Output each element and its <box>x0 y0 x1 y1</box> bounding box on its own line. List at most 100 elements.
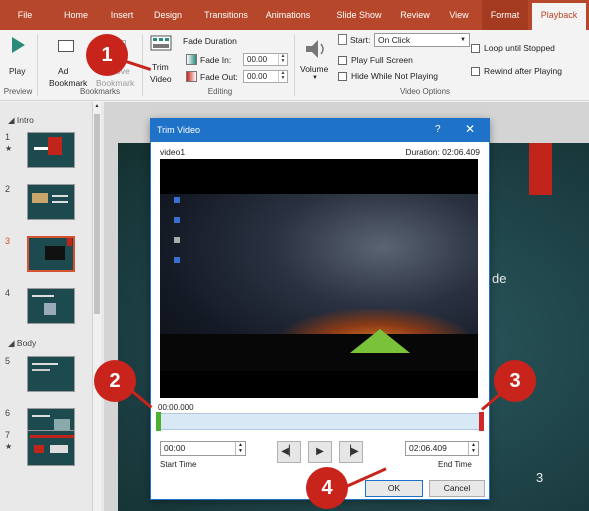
fade-duration-label: Fade Duration <box>183 36 237 46</box>
rewind-after-playing-checkbox[interactable] <box>471 67 480 76</box>
group-label-video-options: Video Options <box>399 87 451 96</box>
video-name: video1 <box>160 147 186 157</box>
dialog-title: Trim Video <box>157 125 201 135</box>
trim-label: Trim <box>152 62 169 72</box>
fade-in-icon <box>186 54 197 65</box>
video-frame-tent <box>350 329 410 353</box>
fade-in-stepper[interactable]: 00.00 ▲ ▼ <box>243 53 288 66</box>
fade-out-value: 00.00 <box>247 72 268 81</box>
bookmark-icon <box>58 40 74 52</box>
close-icon[interactable]: ✕ <box>465 122 475 136</box>
tab-design[interactable]: Design <box>148 0 188 30</box>
tab-file[interactable]: File <box>8 0 42 30</box>
tab-playback[interactable]: Playback <box>532 3 586 30</box>
volume-icon <box>306 40 324 58</box>
start-dropdown[interactable]: On Click ▼ <box>374 33 470 47</box>
thumbnail-scrollbar[interactable]: ▲ <box>92 102 101 511</box>
section-intro-label: Intro <box>16 115 34 125</box>
volume-button[interactable]: Volume ▼ <box>298 34 334 86</box>
slide-number: 6 <box>5 408 11 418</box>
group-label-preview: Preview <box>3 87 33 96</box>
end-time-field[interactable]: 02:06.409 ▲ ▼ <box>405 441 479 456</box>
video-preview[interactable] <box>160 159 478 398</box>
stepper-arrows-icon[interactable]: ▲ ▼ <box>468 442 478 455</box>
tab-animations[interactable]: Animations <box>256 0 320 30</box>
play-button[interactable]: Play <box>6 36 30 82</box>
rewind-after-playing-label: Rewind after Playing <box>484 66 562 76</box>
loop-until-stopped-checkbox[interactable] <box>471 44 480 53</box>
desktop-icon <box>174 197 180 203</box>
slide-thumbnail-3[interactable] <box>27 236 75 272</box>
animation-star-icon: ★ <box>5 144 13 153</box>
slide-thumbnail-4[interactable] <box>27 288 75 324</box>
trim-label-2: Video <box>150 74 172 84</box>
tab-format[interactable]: Format <box>482 0 528 30</box>
slide-thumbnail-1[interactable] <box>27 132 75 168</box>
dialog-title-bar[interactable]: Trim Video ? ✕ <box>151 119 489 142</box>
slide-number: 4 <box>5 288 11 298</box>
slide-page-number: 3 <box>536 470 544 485</box>
slide-thumbnail-7[interactable] <box>27 430 75 466</box>
start-time-field[interactable]: 00:00 ▲ ▼ <box>160 441 246 456</box>
start-trim-handle[interactable] <box>156 412 161 431</box>
play-label: Play <box>9 66 26 76</box>
callout-2: 2 <box>94 360 136 402</box>
section-body-label: Body <box>16 338 37 348</box>
section-intro[interactable]: ◢ Intro <box>8 115 34 126</box>
stepper-arrows-icon[interactable]: ▲ ▼ <box>235 442 245 455</box>
slide-red-accent-bar <box>529 143 552 195</box>
volume-label: Volume <box>300 64 329 74</box>
previous-frame-button[interactable]: ◀▏ <box>277 441 301 463</box>
play-pause-button[interactable]: ▶ <box>308 441 332 463</box>
fade-out-label: Fade Out: <box>200 72 238 82</box>
desktop-icon <box>174 237 180 243</box>
slide-number: 2 <box>5 184 11 194</box>
hide-while-not-playing-checkbox[interactable] <box>338 72 347 81</box>
callout-4: 4 <box>306 467 348 509</box>
callout-1: 1 <box>86 34 128 76</box>
play-icon <box>12 37 25 53</box>
ok-button[interactable]: OK <box>365 480 423 497</box>
next-frame-icon: ▕▶ <box>343 446 359 457</box>
slide-number: 5 <box>5 356 11 366</box>
desktop-icon <box>174 217 180 223</box>
fade-out-stepper[interactable]: 00.00 ▲ ▼ <box>243 70 288 83</box>
tab-view[interactable]: View <box>444 0 474 30</box>
ribbon-separator <box>37 34 38 96</box>
stepper-arrows-icon[interactable]: ▲ ▼ <box>278 54 287 65</box>
ribbon-tab-bar: File Home Insert Design Transitions Anim… <box>0 0 589 30</box>
play-full-screen-label: Play Full Screen <box>351 55 413 65</box>
hide-while-not-playing-label: Hide While Not Playing <box>351 71 438 81</box>
add-bookmark-button[interactable]: Ad Bookmark <box>44 36 87 88</box>
tab-review[interactable]: Review <box>396 0 434 30</box>
video-duration: Duration: 02:06.409 <box>405 147 480 157</box>
trim-video-button[interactable]: Trim Video <box>146 32 176 86</box>
slide-thumbnail-5[interactable] <box>27 356 75 392</box>
help-icon[interactable]: ? <box>435 124 441 135</box>
trim-timeline[interactable] <box>158 413 484 430</box>
play-icon: ▶ <box>316 446 324 457</box>
add-bookmark-label: Ad <box>58 66 69 76</box>
callout-3: 3 <box>494 360 536 402</box>
scroll-up-icon[interactable]: ▲ <box>93 102 101 111</box>
trim-video-dialog: Trim Video ? ✕ video1 Duration: 02:06.40… <box>150 118 490 500</box>
group-label-bookmarks: Bookmarks <box>79 87 120 96</box>
tab-transitions[interactable]: Transitions <box>196 0 256 30</box>
scrollbar-thumb[interactable] <box>94 114 100 314</box>
end-time-value: 02:06.409 <box>409 443 447 453</box>
tab-slide-show[interactable]: Slide Show <box>334 0 384 30</box>
start-time-value: 00:00 <box>164 443 186 453</box>
previous-frame-icon: ◀▏ <box>281 446 297 457</box>
tab-insert[interactable]: Insert <box>104 0 140 30</box>
end-trim-handle[interactable] <box>479 412 484 431</box>
end-time-label: End Time <box>438 460 472 469</box>
stepper-arrows-icon[interactable]: ▲ ▼ <box>278 71 287 82</box>
current-timecode: 00:00.000 <box>158 403 194 412</box>
play-full-screen-checkbox[interactable] <box>338 56 347 65</box>
tab-home[interactable]: Home <box>58 0 94 30</box>
cancel-button[interactable]: Cancel <box>429 480 485 497</box>
chevron-down-icon: ▼ <box>460 37 466 43</box>
slide-thumbnail-2[interactable] <box>27 184 75 220</box>
section-body[interactable]: ◢ Body <box>8 338 36 349</box>
next-frame-button[interactable]: ▕▶ <box>339 441 363 463</box>
